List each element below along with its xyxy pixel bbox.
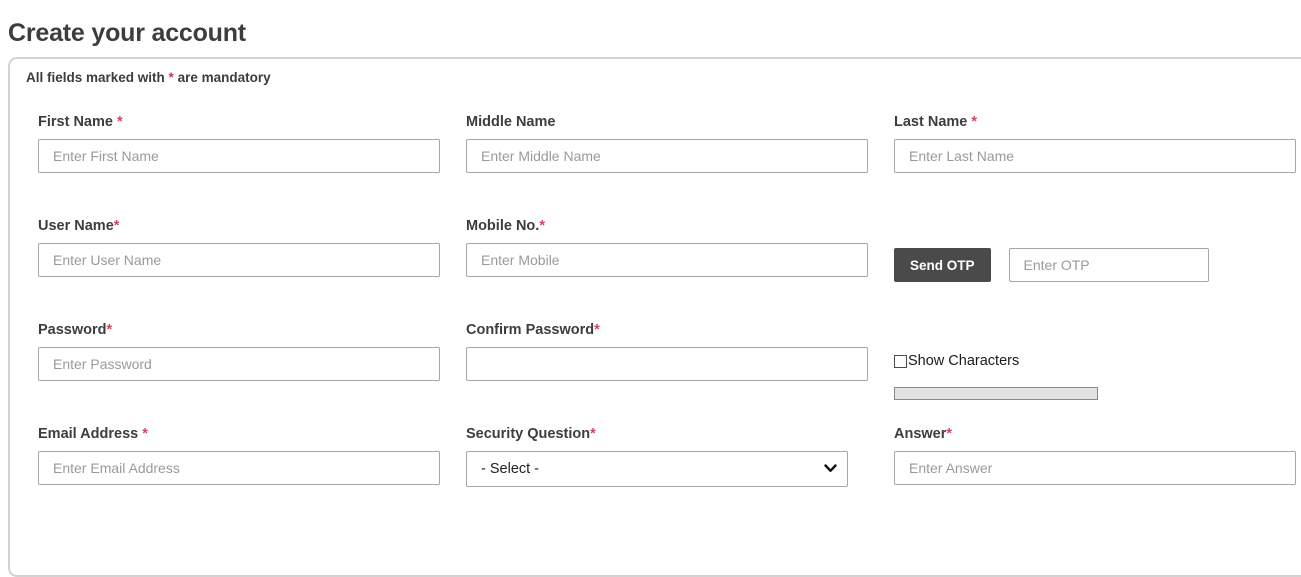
middle-name-label-text: Middle Name — [466, 114, 556, 130]
show-characters-checkbox[interactable] — [894, 354, 907, 368]
field-first-name: First Name * — [38, 114, 440, 173]
form-row-email-security: Email Address * Security Question* - Sel… — [38, 426, 1301, 530]
field-mobile-no: Mobile No.* — [466, 218, 868, 277]
first-name-required-asterisk: * — [116, 114, 123, 130]
mobile-no-required-asterisk: * — [539, 218, 545, 234]
security-question-select-wrap: - Select - — [466, 451, 848, 487]
field-middle-name: Middle Name — [466, 114, 868, 173]
mobile-no-label-text: Mobile No. — [466, 218, 540, 234]
show-characters-label[interactable]: Show Characters — [908, 353, 1019, 369]
field-last-name: Last Name * — [894, 114, 1296, 173]
mandatory-fields-note: All fields marked with * are mandatory — [26, 70, 271, 85]
user-name-label: User Name* — [38, 218, 440, 234]
field-password: Password* — [38, 322, 440, 381]
answer-input[interactable] — [894, 451, 1296, 485]
create-account-card: All fields marked with * are mandatory F… — [8, 57, 1301, 577]
middle-name-input[interactable] — [466, 139, 868, 173]
password-input[interactable] — [38, 347, 440, 381]
field-email-address: Email Address * — [38, 426, 440, 485]
page-title: Create your account — [8, 18, 246, 47]
form-row-username-mobile: User Name* Mobile No.* Send OTP — [38, 218, 1301, 322]
registration-form: First Name * Middle Name Last Name * Use… — [38, 114, 1301, 530]
confirm-password-label-text: Confirm Password — [466, 322, 595, 338]
user-name-label-text: User Name — [38, 218, 114, 234]
field-user-name: User Name* — [38, 218, 440, 277]
mandatory-note-text-after: are mandatory — [173, 70, 271, 85]
field-security-question: Security Question* - Select - — [466, 426, 868, 487]
email-address-input[interactable] — [38, 451, 440, 485]
first-name-label: First Name * — [38, 114, 440, 130]
password-label-text: Password — [38, 322, 107, 338]
email-address-label-text: Email Address — [38, 426, 143, 442]
mobile-no-input[interactable] — [466, 243, 868, 277]
otp-input[interactable] — [1008, 248, 1209, 282]
otp-group: Send OTP — [894, 248, 1209, 282]
field-answer: Answer* — [894, 426, 1296, 485]
answer-label: Answer* — [894, 426, 1296, 442]
show-characters-row: Show Characters — [894, 352, 1098, 370]
security-question-label-text: Security Question — [466, 426, 591, 442]
confirm-password-label: Confirm Password* — [466, 322, 868, 338]
last-name-input[interactable] — [894, 139, 1296, 173]
answer-required-asterisk: * — [946, 426, 953, 442]
answer-label-text: Answer — [894, 426, 947, 442]
mobile-no-label: Mobile No.* — [466, 218, 868, 234]
field-confirm-password: Confirm Password* — [466, 322, 868, 381]
password-required-asterisk: * — [106, 322, 113, 338]
password-label: Password* — [38, 322, 440, 338]
mandatory-note-text-before: All fields marked with — [26, 70, 169, 85]
security-question-required-asterisk: * — [590, 426, 596, 442]
form-row-name: First Name * Middle Name Last Name * — [38, 114, 1301, 218]
form-row-password: Password* Confirm Password* Show Charact… — [38, 322, 1301, 426]
user-name-required-asterisk: * — [113, 218, 120, 234]
user-name-input[interactable] — [38, 243, 440, 277]
first-name-label-text: First Name — [38, 114, 117, 130]
last-name-label-text: Last Name — [894, 114, 972, 130]
password-options: Show Characters — [894, 352, 1098, 400]
last-name-required-asterisk: * — [971, 114, 978, 130]
middle-name-label: Middle Name — [466, 114, 868, 130]
password-strength-bar — [894, 387, 1098, 400]
last-name-label: Last Name * — [894, 114, 1296, 130]
email-address-required-asterisk: * — [142, 426, 148, 442]
confirm-password-required-asterisk: * — [594, 322, 600, 338]
first-name-input[interactable] — [38, 139, 440, 173]
security-question-label: Security Question* — [466, 426, 868, 442]
security-question-select[interactable]: - Select - — [466, 451, 848, 487]
send-otp-button[interactable]: Send OTP — [894, 248, 991, 282]
email-address-label: Email Address * — [38, 426, 440, 442]
confirm-password-input[interactable] — [466, 347, 868, 381]
